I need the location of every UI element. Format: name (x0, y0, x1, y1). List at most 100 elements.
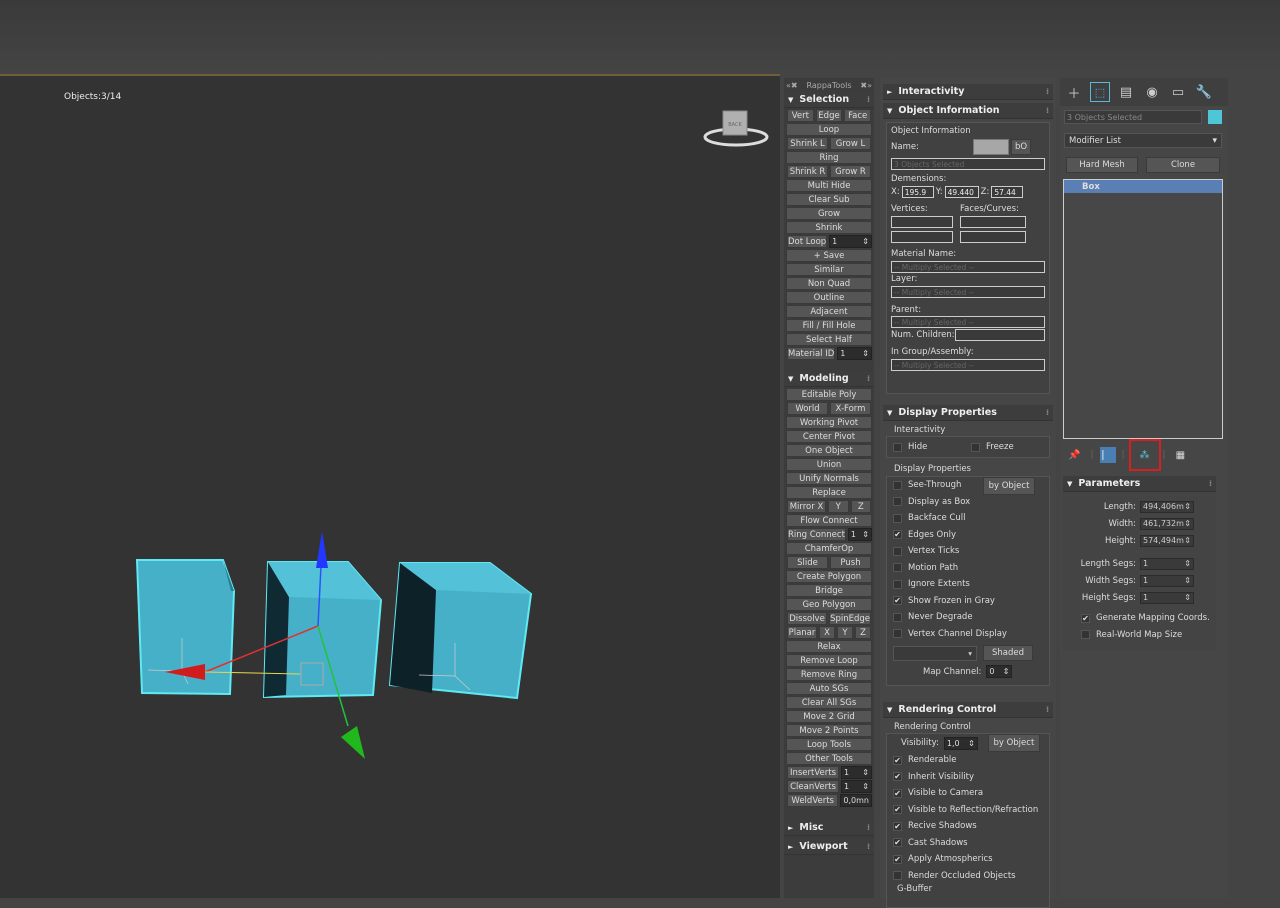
close-icon[interactable]: ✖» (860, 81, 872, 90)
generate-mapping-checkbox[interactable]: ✔ Generate Mapping Coords. (1063, 610, 1216, 627)
modify-tab-icon[interactable]: ⬚ (1090, 82, 1110, 102)
non-quad-button[interactable]: Non Quad (786, 277, 872, 290)
pin-stack-icon[interactable]: 📌 (1068, 450, 1080, 461)
see-through-by-object-button[interactable]: by Object (983, 477, 1035, 495)
dim-z-field[interactable]: 57.44 (991, 186, 1024, 198)
planar-y-button[interactable]: Y (837, 626, 853, 639)
weld-verts-button[interactable]: WeldVerts (787, 794, 839, 807)
ring-connect-spinner[interactable]: 1 ⇕ (847, 528, 872, 541)
make-unique-icon[interactable]: ⁂ (1128, 439, 1161, 471)
push-button[interactable]: Push (830, 556, 871, 569)
weld-verts-spinner[interactable]: 0,0mn (840, 794, 872, 807)
spinner-arrows-icon[interactable]: ⇕ (1184, 576, 1191, 585)
length-segs-spinner[interactable]: 1 ⇕ (1140, 557, 1194, 570)
shrink-button[interactable]: Shrink (786, 221, 872, 234)
object-name-field[interactable]: 3 Objects Selected (1064, 110, 1202, 124)
edges-only-checkbox[interactable]: ✔ Edges Only (887, 527, 1049, 544)
insert-verts-button[interactable]: InsertVerts (787, 766, 839, 779)
geo-polygon-button[interactable]: Geo Polygon (786, 598, 872, 611)
replace-button[interactable]: Replace (786, 486, 872, 499)
render-occluded-checkbox[interactable]: Render Occluded Objects (887, 868, 1049, 885)
motion-path-checkbox[interactable]: Motion Path (887, 560, 1049, 577)
modifier-list-dropdown[interactable]: Modifier List ▾ (1064, 133, 1222, 148)
display-as-box-checkbox[interactable]: Display as Box (887, 494, 1049, 511)
spinner-arrows-icon[interactable]: ⇕ (862, 349, 869, 358)
visibility-by-object-button[interactable]: by Object (987, 734, 1040, 752)
grow-r-button[interactable]: Grow R (830, 165, 871, 178)
move-2-grid-button[interactable]: Move 2 Grid (786, 710, 872, 723)
bridge-button[interactable]: Bridge (786, 584, 872, 597)
spinner-arrows-icon[interactable]: ⇕ (1184, 593, 1191, 602)
in-group-field[interactable]: -- Multiply Selected -- (891, 359, 1045, 371)
faces-field-2[interactable] (960, 231, 1026, 243)
outline-button[interactable]: Outline (786, 291, 872, 304)
spinner-arrows-icon[interactable]: ⇕ (862, 782, 869, 791)
real-world-map-checkbox[interactable]: Real-World Map Size (1063, 627, 1216, 644)
spinner-arrows-icon[interactable]: ⇕ (1184, 519, 1191, 528)
bo-button[interactable]: bO (1011, 139, 1031, 155)
chamfer-button[interactable]: ChamferOp (786, 542, 872, 555)
dissolve-button[interactable]: Dissolve (787, 612, 828, 625)
world-button[interactable]: World (787, 402, 828, 415)
section-viewport[interactable]: ► Viewport ⁞ (784, 839, 874, 855)
spinner-arrows-icon[interactable]: ⇕ (862, 237, 869, 246)
multi-hide-button[interactable]: Multi Hide (786, 179, 872, 192)
viewcube-icon[interactable]: BACK (703, 110, 769, 147)
map-channel-spinner[interactable]: 0 ⇕ (986, 665, 1013, 678)
apply-atmospherics-checkbox[interactable]: ✔ Apply Atmospherics (887, 851, 1049, 868)
dot-loop-button[interactable]: Dot Loop (787, 235, 828, 248)
never-degrade-checkbox[interactable]: Never Degrade (887, 609, 1049, 626)
dot-loop-spinner[interactable]: 1 ⇕ (829, 235, 872, 248)
vertices-field-2[interactable] (891, 231, 953, 243)
width-segs-spinner[interactable]: 1 ⇕ (1140, 574, 1194, 587)
motion-tab-icon[interactable]: ◉ (1142, 82, 1162, 102)
spinner-arrows-icon[interactable]: ⇕ (1184, 502, 1191, 511)
spinner-arrows-icon[interactable]: ⇕ (1003, 667, 1010, 676)
backface-cull-checkbox[interactable]: Backface Cull (887, 510, 1049, 527)
vertex-channel-dropdown[interactable]: ▾ (893, 645, 977, 661)
freeze-checkbox[interactable]: Freeze (965, 439, 1014, 456)
box-object-3[interactable] (388, 562, 533, 700)
collapse-icon[interactable]: «✖ (786, 81, 798, 90)
hierarchy-tab-icon[interactable]: ▤ (1116, 82, 1136, 102)
planar-button[interactable]: Planar (787, 626, 817, 639)
section-modeling[interactable]: ▼ Modeling ⁞ (784, 371, 874, 387)
section-display-properties[interactable]: ▼ Display Properties ⁞ (883, 405, 1053, 421)
clean-verts-button[interactable]: CleanVerts (787, 780, 839, 793)
loop-tools-button[interactable]: Loop Tools (786, 738, 872, 751)
shaded-button[interactable]: Shaded (983, 645, 1033, 661)
length-spinner[interactable]: 494,406m ⇕ (1140, 500, 1194, 513)
spinner-arrows-icon[interactable]: ⇕ (1184, 536, 1191, 545)
create-tab-plus-icon[interactable]: ＋ (1064, 82, 1084, 102)
display-tab-monitor-icon[interactable]: ▭ (1168, 82, 1188, 102)
grow-button[interactable]: Grow (786, 207, 872, 220)
num-children-field[interactable] (955, 329, 1045, 341)
object-color-swatch[interactable] (1208, 110, 1222, 124)
cast-shadows-checkbox[interactable]: ✔ Cast Shadows (887, 835, 1049, 852)
utilities-tab-wrench-icon[interactable]: 🔧 (1194, 82, 1214, 102)
stack-item-box[interactable]: Box (1064, 180, 1222, 193)
configure-sets-icon[interactable]: ▦ (1176, 450, 1185, 461)
loop-button[interactable]: Loop (786, 123, 872, 136)
spinner-arrows-icon[interactable]: ⇕ (1184, 559, 1191, 568)
show-frozen-checkbox[interactable]: ✔ Show Frozen in Gray (887, 593, 1049, 610)
section-interactivity[interactable]: ► Interactivity ⁞ (883, 84, 1053, 100)
planar-x-button[interactable]: X (819, 626, 835, 639)
clone-button[interactable]: Clone (1146, 157, 1220, 173)
slide-button[interactable]: Slide (787, 556, 828, 569)
material-id-button[interactable]: Material ID (787, 347, 836, 360)
center-pivot-button[interactable]: Center Pivot (786, 430, 872, 443)
ring-button[interactable]: Ring (786, 151, 872, 164)
hide-checkbox[interactable]: Hide (887, 439, 965, 456)
section-misc[interactable]: ► Misc ⁞ (784, 820, 874, 836)
similar-button[interactable]: Similar (786, 263, 872, 276)
edge-button[interactable]: Edge (815, 109, 843, 122)
remove-ring-button[interactable]: Remove Ring (786, 668, 872, 681)
save-button[interactable]: + Save (786, 249, 872, 262)
clean-verts-spinner[interactable]: 1 ⇕ (841, 780, 872, 793)
editable-poly-button[interactable]: Editable Poly (786, 388, 872, 401)
spinner-arrows-icon[interactable]: ⇕ (862, 768, 869, 777)
show-end-result-icon[interactable]: ⎸ (1099, 447, 1116, 463)
modifier-stack[interactable]: Box (1063, 179, 1223, 439)
union-button[interactable]: Union (786, 458, 872, 471)
